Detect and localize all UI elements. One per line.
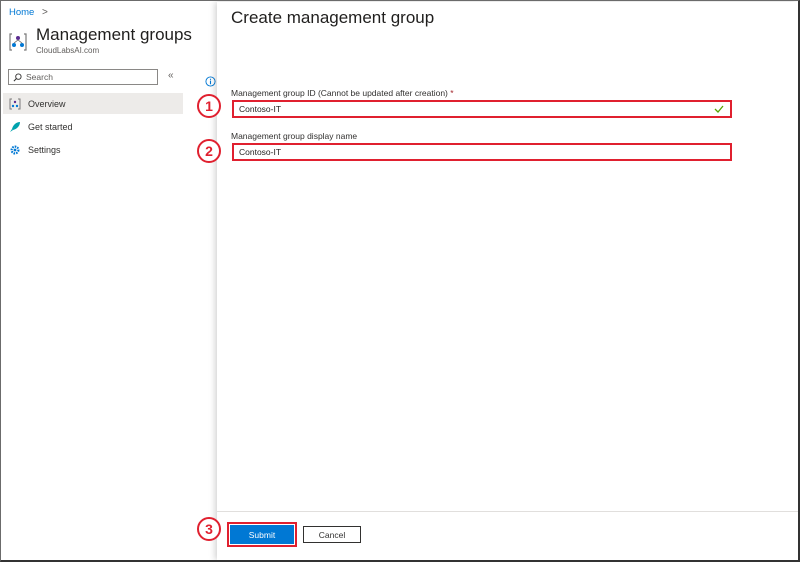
breadcrumb: Home > — [9, 7, 48, 18]
blade-title: Management groups — [36, 25, 192, 44]
sidebar-item-settings[interactable]: Settings — [3, 139, 183, 160]
breadcrumb-separator: > — [41, 7, 48, 18]
collapse-menu-button[interactable]: « — [168, 70, 174, 81]
info-icon — [205, 76, 216, 87]
sidebar-item-overview[interactable]: Overview — [3, 93, 183, 114]
management-groups-blade: Home > Management groups CloudLabsAI.com… — [0, 0, 216, 562]
panel-title: Create management group — [231, 8, 435, 27]
search-placeholder: Search — [26, 72, 53, 82]
callout-1-badge: 1 — [197, 94, 221, 118]
blade-subtitle: CloudLabsAI.com — [36, 46, 100, 55]
create-management-group-panel: Create management group Management group… — [217, 2, 798, 560]
callout-3-badge: 3 — [197, 517, 221, 541]
cancel-button[interactable]: Cancel — [303, 526, 361, 543]
management-group-name-label: Management group display name — [231, 131, 358, 141]
management-group-name-value: Contoso-IT — [239, 147, 282, 157]
sidebar-item-label: Settings — [28, 144, 61, 155]
management-groups-icon — [9, 33, 27, 51]
search-icon — [13, 72, 22, 81]
gear-icon — [8, 143, 22, 157]
sidebar-item-get-started[interactable]: Get started — [3, 116, 183, 137]
management-group-id-input[interactable]: Contoso-IT — [232, 100, 732, 118]
sidebar-item-label: Get started — [28, 121, 73, 132]
overview-icon — [8, 97, 22, 111]
rocket-icon — [8, 120, 22, 134]
checkmark-icon — [714, 105, 724, 113]
management-group-id-value: Contoso-IT — [239, 104, 282, 114]
management-group-name-input[interactable]: Contoso-IT — [232, 143, 732, 161]
management-group-id-label-text: Management group ID (Cannot be updated a… — [231, 88, 448, 98]
management-group-id-label: Management group ID (Cannot be updated a… — [231, 88, 454, 98]
sidebar-item-label: Overview — [28, 98, 66, 109]
submit-button[interactable]: Submit — [227, 522, 297, 547]
search-input[interactable]: Search — [8, 69, 158, 85]
breadcrumb-home-link[interactable]: Home — [9, 7, 34, 18]
required-marker: * — [450, 88, 454, 98]
callout-2-badge: 2 — [197, 139, 221, 163]
footer-divider — [217, 511, 798, 512]
